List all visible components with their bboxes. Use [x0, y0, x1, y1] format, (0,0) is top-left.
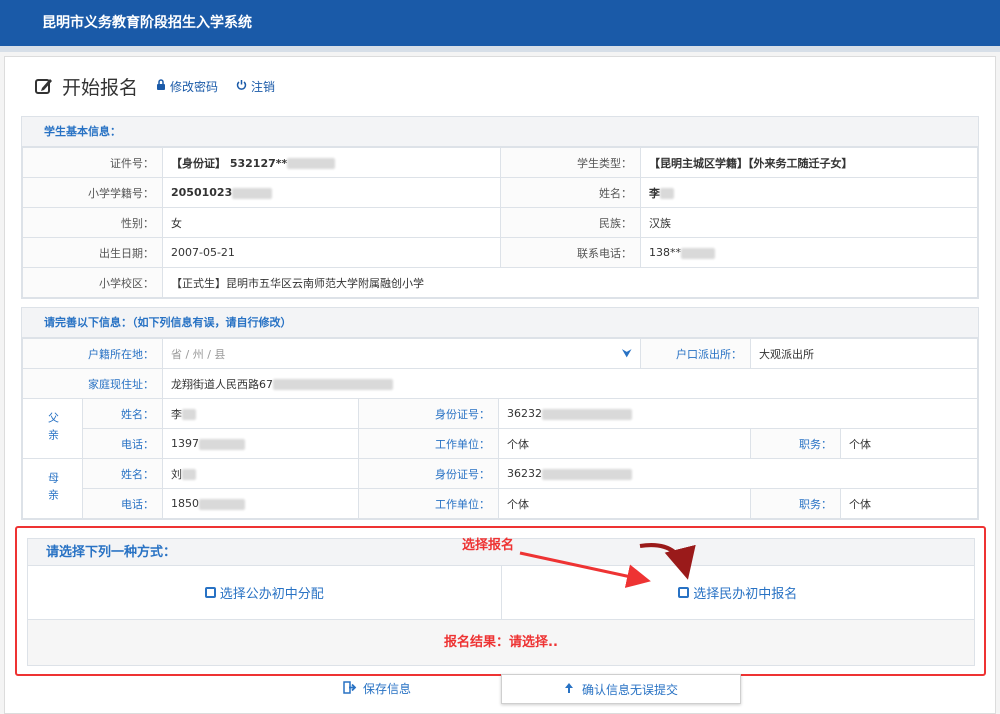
father-job-field[interactable]: 个体 — [840, 428, 978, 459]
table-row: 小学校区： 【正式生】昆明市五华区云南师范大学附属融创小学 — [22, 267, 978, 298]
father-id-field[interactable]: 36232 — [498, 398, 978, 429]
campus-label: 小学校区： — [22, 267, 163, 298]
phone-label: 联系电话： — [500, 237, 641, 268]
power-icon — [236, 79, 247, 93]
choice-options: 选择公办初中分配 选择民办初中报名 — [27, 566, 975, 620]
police-label: 户口派出所： — [640, 338, 751, 369]
option-private-school[interactable]: 选择民办初中报名 — [500, 566, 974, 620]
save-icon — [343, 680, 357, 697]
ethnicity-label: 民族： — [500, 207, 641, 238]
checkbox-icon — [204, 587, 216, 598]
mother-work-label: 工作单位： — [358, 488, 499, 519]
student-type-label: 学生类型： — [500, 147, 641, 178]
complete-info-section: 请完善以下信息：（如下列信息有误，请自行修改） 户籍所在地： 省 / 州 / 县… — [21, 307, 979, 520]
choice-result: 报名结果：请选择.. — [27, 620, 975, 666]
change-password-label: 修改密码 — [170, 79, 219, 94]
address-field[interactable]: 龙翔街道人民西路67 — [162, 368, 978, 399]
mother-work-field[interactable]: 个体 — [498, 488, 751, 519]
mother-phone-label: 电话： — [82, 488, 163, 519]
id-label: 证件号： — [22, 147, 163, 178]
mother-name-label: 姓名： — [82, 458, 163, 489]
complete-info-title: 请完善以下信息：（如下列信息有误，请自行修改） — [22, 308, 978, 338]
table-row: 父亲 姓名： 李 身份证号： 36232 — [22, 398, 978, 459]
save-button[interactable]: 保存信息 — [343, 680, 411, 697]
table-row: 性别： 女 民族： 汉族 — [22, 207, 978, 238]
father-id-label: 身份证号： — [358, 398, 499, 429]
name-label: 姓名： — [500, 177, 641, 208]
option-private-label: 选择民办初中报名 — [693, 587, 798, 602]
checkbox-icon — [678, 587, 690, 598]
father-phone-field[interactable]: 1397 — [162, 428, 359, 459]
logout-label: 注销 — [251, 79, 276, 94]
lock-icon — [156, 79, 166, 93]
option-public-school[interactable]: 选择公办初中分配 — [28, 566, 501, 620]
chevron-down-icon: ⮟ — [621, 345, 632, 360]
mother-name-field[interactable]: 刘 — [162, 458, 359, 489]
school-no-label: 小学学籍号： — [22, 177, 163, 208]
arrow-up-icon — [564, 682, 574, 697]
hukou-select[interactable]: 省 / 州 / 县 ⮟ — [162, 338, 641, 369]
student-type-value: 【昆明主城区学籍】【外来务工随迁子女】 — [640, 147, 978, 178]
phone-value: 138** — [640, 237, 978, 268]
edit-icon — [34, 76, 54, 96]
birth-label: 出生日期： — [22, 237, 163, 268]
mother-phone-field[interactable]: 1850 — [162, 488, 359, 519]
mother-job-label: 职务： — [750, 488, 841, 519]
police-value[interactable]: 大观派出所 — [750, 338, 978, 369]
top-strip — [0, 46, 1000, 52]
app-title-bar: 昆明市义务教育阶段招生入学系统 — [0, 0, 1000, 46]
name-value: 李 — [640, 177, 978, 208]
father-name-label: 姓名： — [82, 398, 163, 429]
submit-button[interactable]: 确认信息无误提交 — [501, 674, 741, 704]
hukou-placeholder: 省 / 州 / 县 — [171, 347, 226, 361]
page-header: 开始报名 修改密码 注销 — [34, 71, 275, 101]
save-label: 保存信息 — [363, 682, 412, 696]
mother-id-label: 身份证号： — [358, 458, 499, 489]
school-no-value: 20501023 — [162, 177, 501, 208]
student-info-section: 学生基本信息： 证件号： 【身份证】 532127** 学生类型： 【昆明主城区… — [21, 116, 979, 299]
table-row: 家庭现住址： 龙翔街道人民西路67 — [22, 368, 978, 399]
father-name-field[interactable]: 李 — [162, 398, 359, 429]
father-work-field[interactable]: 个体 — [498, 428, 751, 459]
logout-link[interactable]: 注销 — [236, 78, 275, 95]
table-row: 电话： 1397 工作单位： 个体 职务： 个体 — [23, 428, 978, 459]
father-job-label: 职务： — [750, 428, 841, 459]
address-label: 家庭现住址： — [22, 368, 163, 399]
option-public-label: 选择公办初中分配 — [219, 587, 324, 602]
app-title: 昆明市义务教育阶段招生入学系统 — [42, 15, 252, 31]
mother-job-field[interactable]: 个体 — [840, 488, 978, 519]
father-work-label: 工作单位： — [358, 428, 499, 459]
birth-value: 2007-05-21 — [162, 237, 501, 268]
mother-id-field[interactable]: 36232 — [498, 458, 978, 489]
table-row: 母亲 姓名： 刘 身份证号： 36232 — [22, 458, 978, 519]
student-info-title: 学生基本信息： — [22, 117, 978, 147]
table-row: 电话： 1850 工作单位： 个体 职务： 个体 — [23, 488, 978, 519]
gender-label: 性别： — [22, 207, 163, 238]
table-row: 出生日期： 2007-05-21 联系电话： 138** — [22, 237, 978, 268]
hukou-label: 户籍所在地： — [22, 338, 163, 369]
father-label: 父亲 — [22, 398, 83, 459]
table-row: 户籍所在地： 省 / 州 / 县 ⮟ 户口派出所： 大观派出所 — [22, 338, 978, 369]
gender-value: 女 — [162, 207, 501, 238]
father-phone-label: 电话： — [82, 428, 163, 459]
campus-value: 【正式生】昆明市五华区云南师范大学附属融创小学 — [162, 267, 978, 298]
table-row: 小学学籍号： 20501023 姓名： 李 — [22, 177, 978, 208]
mother-label: 母亲 — [22, 458, 83, 519]
student-info-table: 证件号： 【身份证】 532127** 学生类型： 【昆明主城区学籍】【外来务工… — [22, 147, 978, 298]
ethnicity-value: 汉族 — [640, 207, 978, 238]
annotation-label: 选择报名 — [462, 538, 515, 553]
complete-info-table: 户籍所在地： 省 / 州 / 县 ⮟ 户口派出所： 大观派出所 家庭现住址： 龙翔… — [22, 338, 978, 519]
submit-label: 确认信息无误提交 — [581, 682, 678, 697]
change-password-link[interactable]: 修改密码 — [156, 78, 218, 95]
id-value: 【身份证】 532127** — [162, 147, 501, 178]
table-row: 证件号： 【身份证】 532127** 学生类型： 【昆明主城区学籍】【外来务工… — [22, 147, 978, 178]
choice-panel: 请选择下列一种方式： 选择公办初中分配 选择民办初中报名 报名结果：请选择.. — [27, 538, 975, 666]
page-title: 开始报名 — [62, 76, 139, 99]
